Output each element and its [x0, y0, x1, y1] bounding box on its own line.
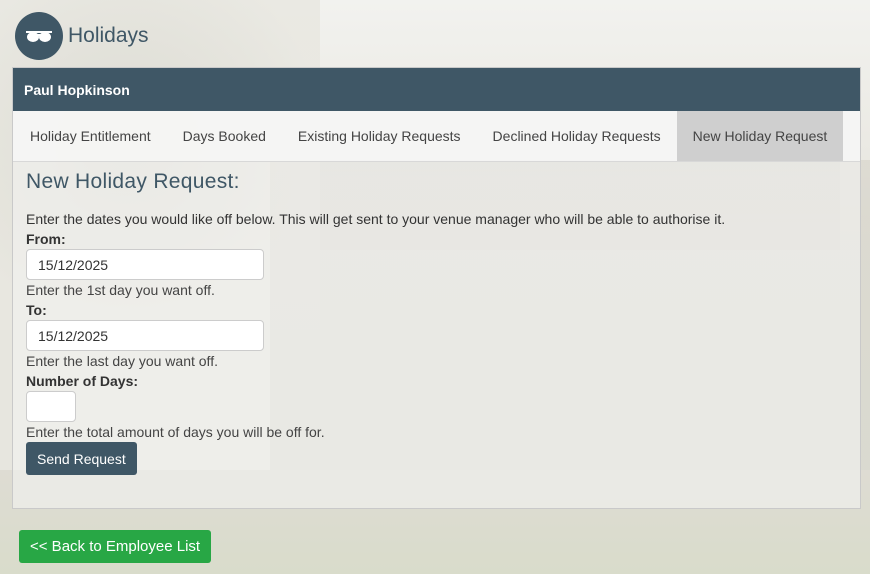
tab-existing-holiday-requests[interactable]: Existing Holiday Requests — [282, 111, 477, 161]
employee-name-bar: Paul Hopkinson — [13, 68, 860, 111]
new-request-form: New Holiday Request: Enter the dates you… — [13, 162, 860, 483]
app-title: Holidays — [68, 24, 149, 47]
from-label: From: — [26, 231, 66, 247]
tab-declined-holiday-requests[interactable]: Declined Holiday Requests — [477, 111, 677, 161]
from-date-input[interactable] — [26, 249, 264, 280]
to-help: Enter the last day you want off. — [26, 353, 218, 369]
app-header: Holidays — [15, 11, 149, 61]
form-intro: Enter the dates you would like off below… — [26, 211, 726, 227]
tab-new-holiday-request[interactable]: New Holiday Request — [676, 111, 844, 161]
to-date-input[interactable] — [26, 320, 264, 351]
days-label: Number of Days: — [26, 373, 139, 389]
send-request-button[interactable]: Send Request — [26, 442, 137, 475]
back-to-employee-list-button[interactable]: << Back to Employee List — [19, 530, 212, 563]
employee-name: Paul Hopkinson — [24, 81, 130, 98]
sunglasses-icon — [15, 12, 63, 60]
to-label: To: — [26, 302, 47, 318]
from-help: Enter the 1st day you want off. — [26, 282, 215, 298]
tab-holiday-entitlement[interactable]: Holiday Entitlement — [13, 111, 167, 161]
tab-days-booked[interactable]: Days Booked — [167, 111, 282, 161]
holiday-panel: Paul Hopkinson Holiday Entitlement Days … — [12, 67, 861, 509]
number-of-days-input[interactable] — [26, 391, 76, 422]
form-heading: New Holiday Request: — [26, 170, 240, 193]
tab-bar: Holiday Entitlement Days Booked Existing… — [13, 111, 860, 162]
days-help: Enter the total amount of days you will … — [26, 424, 325, 440]
